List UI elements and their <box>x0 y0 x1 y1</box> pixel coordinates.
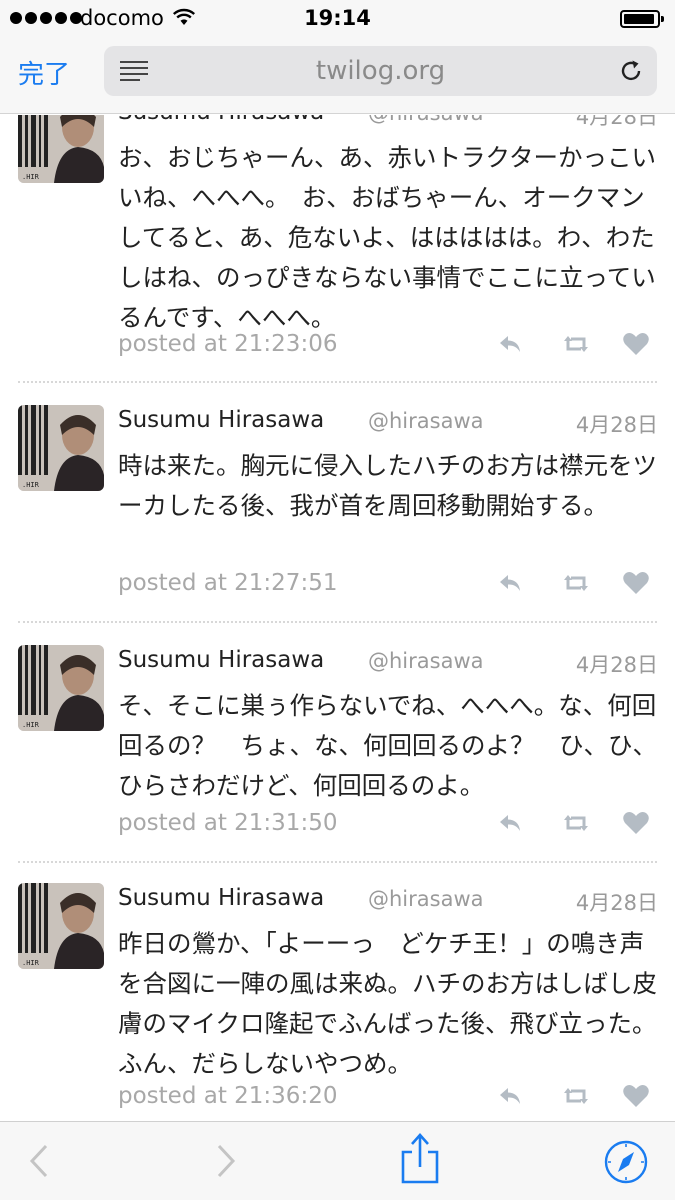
tweet-text: 時は来た。胸元に侵入したハチのお方は襟元をツーカしたる後、我が首を周回移動開始す… <box>118 451 657 520</box>
avatar[interactable]: .HIR <box>18 115 104 183</box>
author-handle[interactable]: @hirasawa <box>368 887 484 911</box>
tweet-date[interactable]: 4月28日 <box>576 115 658 131</box>
reply-icon[interactable] <box>496 569 524 597</box>
svg-text:.HIR: .HIR <box>22 173 40 181</box>
heart-icon[interactable] <box>622 569 650 597</box>
reply-icon[interactable] <box>496 1082 524 1110</box>
heart-icon[interactable] <box>622 809 650 837</box>
author-name[interactable]: Susumu Hirasawa <box>118 647 324 673</box>
svg-text:.HIR: .HIR <box>22 959 40 967</box>
author-handle[interactable]: @hirasawa <box>368 115 484 125</box>
done-button[interactable]: 完了 <box>18 54 70 91</box>
reply-icon[interactable] <box>496 809 524 837</box>
tweet-date[interactable]: 4月28日 <box>576 887 658 917</box>
tweet-item: .HIR Susumu Hirasawa @hirasawa 4月28日 時は来… <box>0 405 675 625</box>
tweet-header: Susumu Hirasawa @hirasawa 4月28日 <box>118 885 658 917</box>
retweet-icon[interactable] <box>562 569 590 597</box>
tweet-header: Susumu Hirasawa @hirasawa 4月28日 <box>118 647 658 679</box>
retweet-icon[interactable] <box>562 330 590 358</box>
avatar[interactable]: .HIR <box>18 645 104 731</box>
browser-toolbar <box>0 1121 675 1200</box>
author-name[interactable]: Susumu Hirasawa <box>118 115 324 125</box>
tweet-item: .HIR Susumu Hirasawa @hirasawa 4月28日 そ、そ… <box>0 645 675 865</box>
retweet-icon[interactable] <box>562 809 590 837</box>
heart-icon[interactable] <box>622 330 650 358</box>
browser-nav-bar: 完了 twilog.org <box>0 38 675 114</box>
heart-icon[interactable] <box>622 1082 650 1110</box>
clock: 19:14 <box>304 6 371 30</box>
author-handle[interactable]: @hirasawa <box>368 409 484 433</box>
avatar[interactable]: .HIR <box>18 883 104 969</box>
author-name[interactable]: Susumu Hirasawa <box>118 407 324 433</box>
share-icon[interactable] <box>390 1122 450 1200</box>
tweet-text: 昨日の鶯か、「よーーっ どケチ王！」の鳴き声を合図に一陣の風は来ぬ。ハチのお方は… <box>118 929 657 1078</box>
chevron-right-icon[interactable] <box>195 1122 255 1200</box>
tweet-header: Susumu Hirasawa @hirasawa 4月28日 <box>118 115 658 131</box>
reload-icon[interactable] <box>618 58 644 84</box>
tweet-date[interactable]: 4月28日 <box>576 649 658 679</box>
tweet-divider <box>18 381 657 383</box>
address-bar[interactable]: twilog.org <box>104 46 657 96</box>
url-text: twilog.org <box>315 56 446 86</box>
retweet-icon[interactable] <box>562 1082 590 1110</box>
posted-time[interactable]: posted at 21:31:50 <box>118 810 337 836</box>
posted-time[interactable]: posted at 21:36:20 <box>118 1083 337 1109</box>
status-bar: docomo 19:14 <box>0 0 675 38</box>
tweet-text: お、おじちゃーん、あ、赤いトラクターかっこいいね、へへへ。 お、おばちゃーん、オ… <box>118 143 657 332</box>
posted-time[interactable]: posted at 21:23:06 <box>118 331 337 357</box>
tweet-text: そ、そこに巣ぅ作らないでね、へへへ。な、何回回るの？ ちょ、な、何回回るのよ？ … <box>118 691 657 800</box>
reply-icon[interactable] <box>496 330 524 358</box>
tweet-divider <box>18 621 657 623</box>
posted-time[interactable]: posted at 21:27:51 <box>118 570 337 596</box>
tweet-header: Susumu Hirasawa @hirasawa 4月28日 <box>118 407 658 439</box>
compass-icon[interactable] <box>596 1122 656 1200</box>
avatar[interactable]: .HIR <box>18 405 104 491</box>
svg-text:.HIR: .HIR <box>22 721 40 729</box>
tweet-feed[interactable]: .HIR Susumu Hirasawa @hirasawa 4月28日 お、お… <box>0 115 675 1121</box>
tweet-date[interactable]: 4月28日 <box>576 409 658 439</box>
tweet-item: .HIR Susumu Hirasawa @hirasawa 4月28日 お、お… <box>0 115 675 385</box>
author-handle[interactable]: @hirasawa <box>368 649 484 673</box>
chevron-left-icon[interactable] <box>10 1122 70 1200</box>
svg-text:.HIR: .HIR <box>22 481 40 489</box>
tweet-divider <box>18 861 657 863</box>
battery-icon <box>620 10 664 28</box>
author-name[interactable]: Susumu Hirasawa <box>118 885 324 911</box>
tweet-item: .HIR Susumu Hirasawa @hirasawa 4月28日 昨日の… <box>0 883 675 1121</box>
